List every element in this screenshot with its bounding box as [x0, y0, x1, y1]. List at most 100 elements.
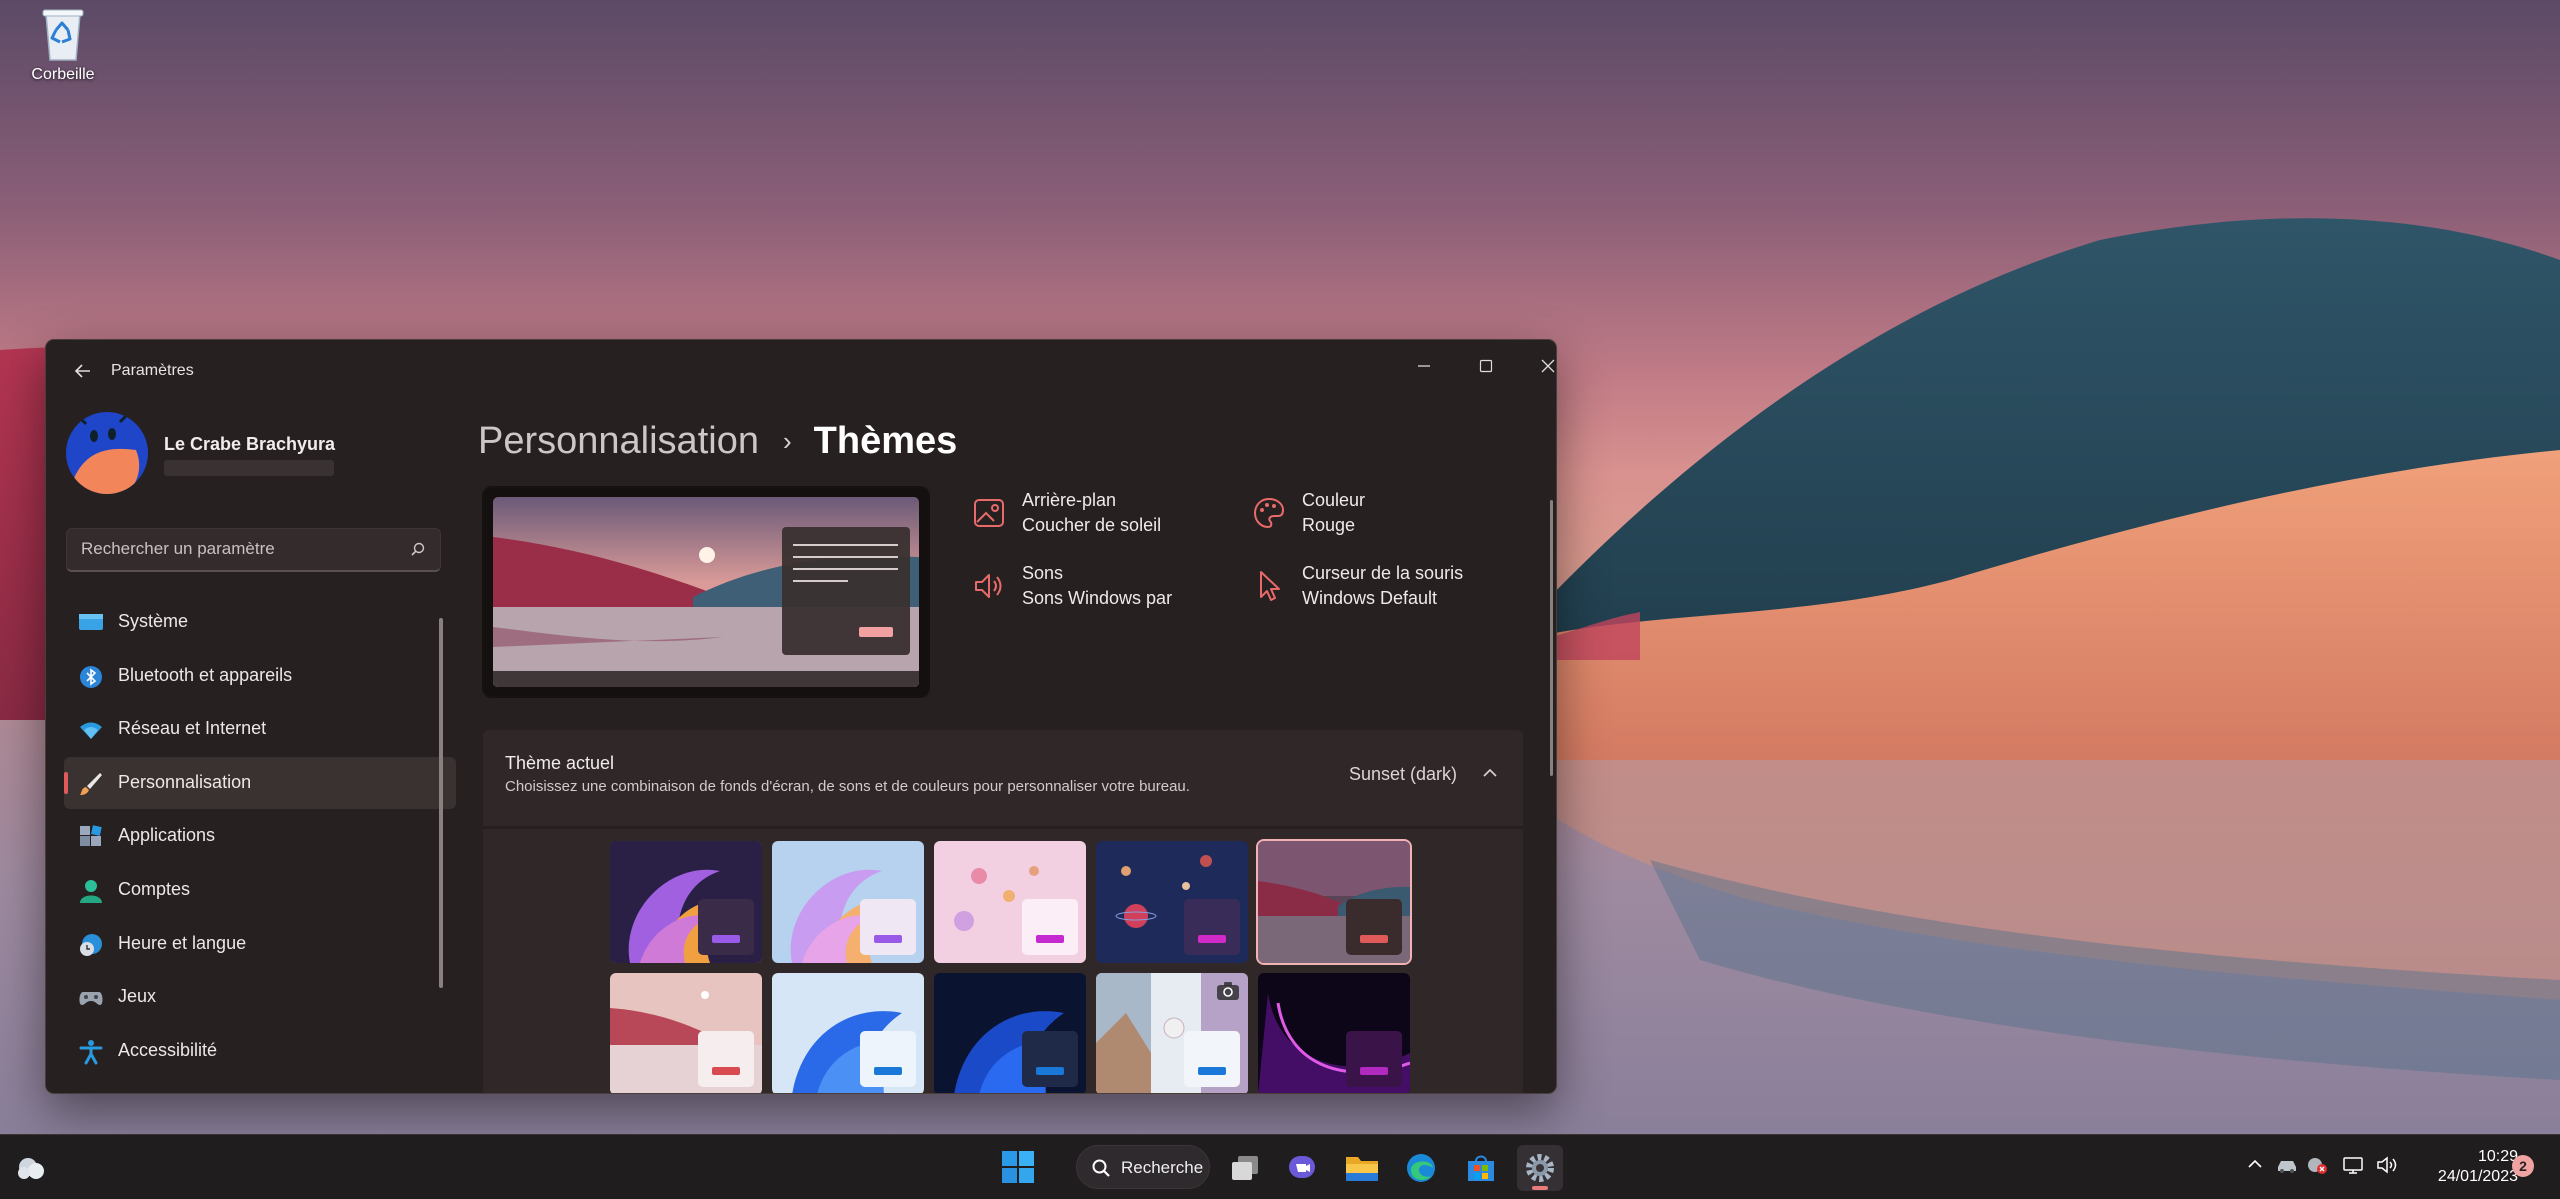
chevron-up-icon[interactable] [2246, 1155, 2264, 1173]
bluetooth-icon [80, 665, 102, 688]
recycle-bin-icon [38, 4, 88, 64]
theme-accent-bar [1360, 935, 1388, 943]
theme-thumbnail[interactable] [934, 841, 1086, 963]
sidebar-item-accounts[interactable]: Comptes [64, 864, 456, 916]
sidebar-scrollbar[interactable] [439, 618, 443, 988]
minimize-icon [1418, 365, 1430, 367]
sidebar-item-time-language[interactable]: Heure et langue [64, 918, 456, 970]
start-icon[interactable] [1001, 1150, 1035, 1184]
chat-icon [1289, 1156, 1315, 1178]
volume-icon[interactable] [2376, 1155, 2400, 1175]
onedrive-error-icon[interactable] [2306, 1155, 2328, 1175]
theme-window-card [1184, 899, 1240, 955]
theme-window-card [860, 1031, 916, 1087]
theme-thumbnail-selected[interactable] [1256, 839, 1412, 965]
theme-window-card [1184, 1031, 1240, 1087]
theme-window-card [1346, 1031, 1402, 1087]
theme-window-card [1022, 899, 1078, 955]
breadcrumb-separator: › [782, 425, 792, 456]
cursor-setting[interactable]: Curseur de la souris Windows Default [1252, 563, 1522, 623]
sidebar-item-personalization[interactable]: Personnalisation [64, 756, 456, 809]
sounds-setting[interactable]: Sons Sons Windows par [972, 563, 1242, 623]
theme-thumbnail[interactable] [1096, 841, 1248, 963]
property-title: Arrière-plan [1022, 490, 1117, 510]
task-view-button[interactable] [1222, 1145, 1268, 1191]
store-icon [1468, 1155, 1494, 1181]
maximize-icon [1479, 359, 1493, 373]
theme-preview [482, 486, 930, 698]
minimize-button[interactable] [1399, 348, 1449, 384]
search-input[interactable] [67, 529, 397, 569]
sidebar-item-label: Système [118, 611, 189, 631]
sidebar-item-label: Heure et langue [118, 932, 247, 953]
desktop-icon-recycle-bin[interactable]: Corbeille [22, 4, 104, 84]
window-title: Paramètres [111, 362, 194, 379]
sidebar-item-bluetooth[interactable]: Bluetooth et appareils [64, 650, 456, 702]
taskbar-search-button[interactable]: Recherche [1076, 1145, 1210, 1189]
sidebar-item-label: Comptes [118, 878, 191, 899]
theme-thumbnail[interactable] [772, 973, 924, 1093]
notification-badge[interactable]: 2 [2512, 1155, 2534, 1177]
sidebar-item-apps[interactable]: Applications [64, 810, 456, 862]
current-theme-header[interactable]: Thème actuel Choisissez une combinaison … [483, 730, 1523, 826]
settings-search-box[interactable] [66, 528, 441, 572]
title-bar[interactable]: Paramètres [46, 340, 1556, 402]
clock-time: 10:29 [2477, 1148, 2518, 1165]
settings-app-button[interactable] [1517, 1145, 1563, 1191]
sidebar-item-network[interactable]: Réseau et Internet [64, 703, 456, 755]
desktop-icon-label: Corbeille [31, 66, 95, 83]
theme-thumbnail[interactable] [610, 841, 762, 963]
close-button[interactable] [1523, 348, 1556, 384]
color-setting[interactable]: Couleur Rouge [1252, 490, 1522, 550]
settings-window: Paramètres Le Crabe Brachyura Rechercher… [45, 339, 1557, 1094]
sidebar-item-label: Personnalisation [118, 771, 252, 792]
back-button[interactable] [66, 358, 100, 384]
user-name: Le Crabe Brachyura [164, 434, 336, 454]
theme-accent-bar [1036, 935, 1064, 943]
theme-thumbnail[interactable] [610, 973, 762, 1093]
edge-icon [1407, 1154, 1435, 1182]
palette-icon [1253, 497, 1285, 529]
property-value: Rouge [1302, 515, 1356, 535]
sidebar-item-label: Applications [118, 825, 216, 846]
theme-thumbnail[interactable] [772, 841, 924, 963]
camera-icon [1217, 982, 1239, 1000]
edge-browser-button[interactable] [1398, 1145, 1444, 1191]
property-value: Coucher de soleil [1022, 515, 1162, 535]
chevron-up-icon[interactable] [1481, 764, 1499, 782]
sidebar-item-system[interactable]: Système [64, 596, 456, 648]
search-icon[interactable] [410, 541, 426, 557]
property-title: Couleur [1302, 490, 1366, 510]
gear-icon [1526, 1154, 1554, 1182]
file-explorer-button[interactable] [1339, 1145, 1385, 1191]
taskbar-clock[interactable]: 10:29 24/01/2023 [2398, 1147, 2518, 1187]
theme-thumbnail[interactable] [934, 973, 1086, 1093]
background-setting[interactable]: Arrière-plan Coucher de soleil [972, 490, 1242, 550]
sidebar-item-gaming[interactable]: Jeux [64, 971, 456, 1023]
maximize-button[interactable] [1461, 348, 1511, 384]
theme-accent-bar [1036, 1067, 1064, 1075]
microsoft-store-button[interactable] [1458, 1145, 1504, 1191]
theme-thumbnail[interactable] [1096, 973, 1248, 1093]
sidebar-item-accessibility[interactable]: Accessibilité [64, 1025, 456, 1077]
breadcrumb-parent[interactable]: Personnalisation [478, 420, 759, 463]
user-profile[interactable]: Le Crabe Brachyura [66, 412, 446, 498]
car-app-icon[interactable] [2276, 1155, 2298, 1175]
selection-indicator [64, 771, 68, 794]
weather-widget-icon[interactable] [14, 1151, 48, 1185]
property-value: Windows Default [1302, 588, 1438, 608]
sidebar-item-label: Bluetooth et appareils [118, 664, 293, 685]
apps-icon [80, 825, 102, 847]
theme-window-card [1346, 899, 1402, 955]
wifi-icon [80, 722, 102, 740]
content-scrollbar[interactable] [1550, 500, 1553, 776]
theme-thumbnail[interactable] [1258, 973, 1410, 1093]
theme-window-card [1022, 1031, 1078, 1087]
network-icon[interactable] [2342, 1155, 2364, 1175]
taskbar: Recherche 10:29 24/01/2023 2 [0, 1134, 2560, 1199]
theme-accent-bar [1360, 1067, 1388, 1075]
folder-icon [1346, 1157, 1378, 1181]
teams-chat-button[interactable] [1279, 1145, 1325, 1191]
theme-properties: Arrière-plan Coucher de soleil Couleur R… [972, 490, 1532, 640]
theme-preview-image [493, 497, 919, 687]
